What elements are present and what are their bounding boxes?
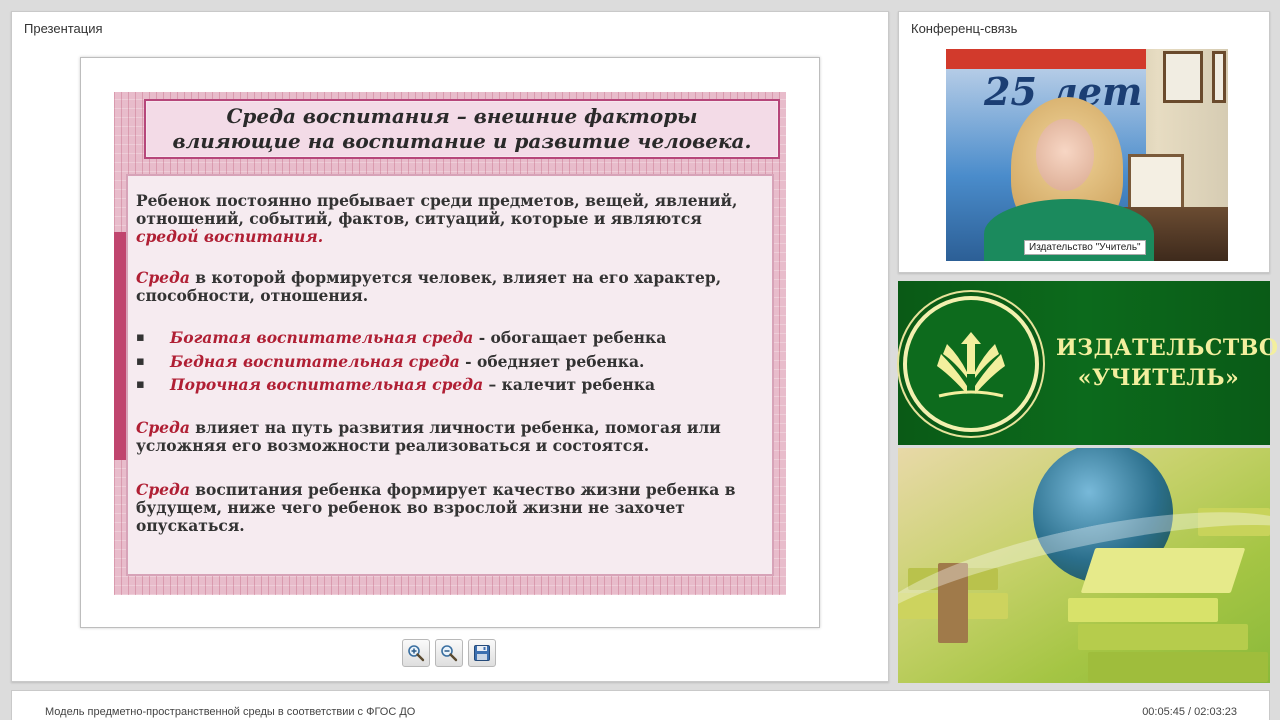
conference-panel: Конференц-связь 25 лет Издательство "Учи… — [898, 11, 1270, 273]
zoom-in-icon — [408, 645, 425, 662]
player-footer: Модель предметно-пространственной среды … — [11, 690, 1270, 720]
zoom-out-icon — [441, 645, 458, 662]
slide-viewer: Среда воспитания – внешние факторы влияю… — [80, 57, 820, 628]
p1-emphasis: средой воспитания. — [136, 227, 324, 246]
slide-title-line2: влияющие на воспитание и развитие челове… — [172, 129, 752, 153]
banner-top-stripe — [946, 49, 1146, 69]
bullet-item: Богатая воспитательная среда - обогащает… — [136, 326, 766, 350]
webcam-video[interactable]: 25 лет Издательство "Учитель" — [946, 49, 1228, 261]
slide-title-box: Среда воспитания – внешние факторы влияю… — [144, 99, 780, 159]
slide-body: Ребенок постоянно пребывает среди предме… — [126, 174, 774, 576]
speaker-face — [1036, 119, 1094, 191]
slide-bullet-list: Богатая воспитательная среда - обогащает… — [136, 326, 766, 397]
slide-toolbar — [402, 639, 496, 667]
wall-frame — [1163, 51, 1203, 103]
bullet-item: Бедная воспитательная среда - обедняет р… — [136, 350, 766, 374]
publisher-logo-banner: ИЗДАТЕЛЬСТВО «УЧИТЕЛЬ» — [898, 281, 1279, 445]
bullet-emphasis: Бедная воспитательная среда — [170, 351, 460, 371]
books-globe-image — [898, 448, 1270, 683]
playback-time: 00:05:45 / 02:03:23 — [1142, 706, 1237, 718]
p2-text: в которой формируется человек, влияет на… — [136, 268, 722, 305]
floppy-disk-icon — [474, 645, 490, 661]
p4-text: влияет на путь развития личности ребенка… — [136, 417, 721, 455]
slide-paragraph-4: Среда влияет на путь развития личности р… — [136, 417, 766, 455]
slide-title: Среда воспитания – внешние факторы влияю… — [173, 104, 752, 154]
p5-emphasis: Среда — [136, 479, 190, 499]
lecture-title: Модель предметно-пространственной среды … — [45, 706, 416, 718]
bullet-text: - обогащает ребенка — [473, 328, 667, 347]
bullet-emphasis: Богатая воспитательная среда — [170, 328, 474, 347]
slide-title-line1: Среда воспитания – внешние факторы — [226, 104, 698, 128]
p5-text: воспитания ребенка формирует качество жи… — [136, 479, 736, 535]
slide-paragraph-2: Среда в которой формируется человек, вли… — [136, 269, 766, 305]
publisher-name: ИЗДАТЕЛЬСТВО «УЧИТЕЛЬ» — [1056, 333, 1279, 393]
slide-paragraph-1: Ребенок постоянно пребывает среди предме… — [136, 192, 766, 246]
slide-paragraph-5: Среда воспитания ребенка формирует качес… — [136, 479, 766, 535]
wall-frame — [1212, 51, 1226, 103]
wall-certificate — [1128, 154, 1184, 214]
publisher-emblem-icon — [903, 296, 1039, 432]
conference-panel-title: Конференц-связь — [911, 21, 1018, 36]
bullet-text: – калечит ребенка — [483, 375, 656, 394]
slide-decor-bar — [114, 232, 126, 460]
p1-text: Ребенок постоянно пребывает среди предме… — [136, 191, 738, 228]
book — [1088, 652, 1268, 682]
bullet-text: - обедняет ребенка. — [459, 351, 645, 371]
save-button[interactable] — [468, 639, 496, 667]
publisher-name-line1: ИЗДАТЕЛЬСТВО — [1056, 335, 1279, 361]
book-leaves-icon — [937, 332, 1005, 398]
publisher-name-line2: «УЧИТЕЛЬ» — [1077, 365, 1240, 391]
p2-emphasis: Среда — [136, 268, 190, 287]
zoom-out-button[interactable] — [435, 639, 463, 667]
slide: Среда воспитания – внешние факторы влияю… — [114, 92, 786, 595]
speaker-name-label: Издательство "Учитель" — [1024, 240, 1146, 255]
bullet-emphasis: Порочная воспитательная среда — [170, 375, 484, 394]
presentation-panel-title: Презентация — [24, 21, 103, 36]
bullet-item: Порочная воспитательная среда – калечит … — [136, 373, 766, 397]
presentation-panel: Презентация Среда воспитания – внешние ф… — [11, 11, 889, 682]
zoom-in-button[interactable] — [402, 639, 430, 667]
p4-emphasis: Среда — [136, 417, 190, 437]
